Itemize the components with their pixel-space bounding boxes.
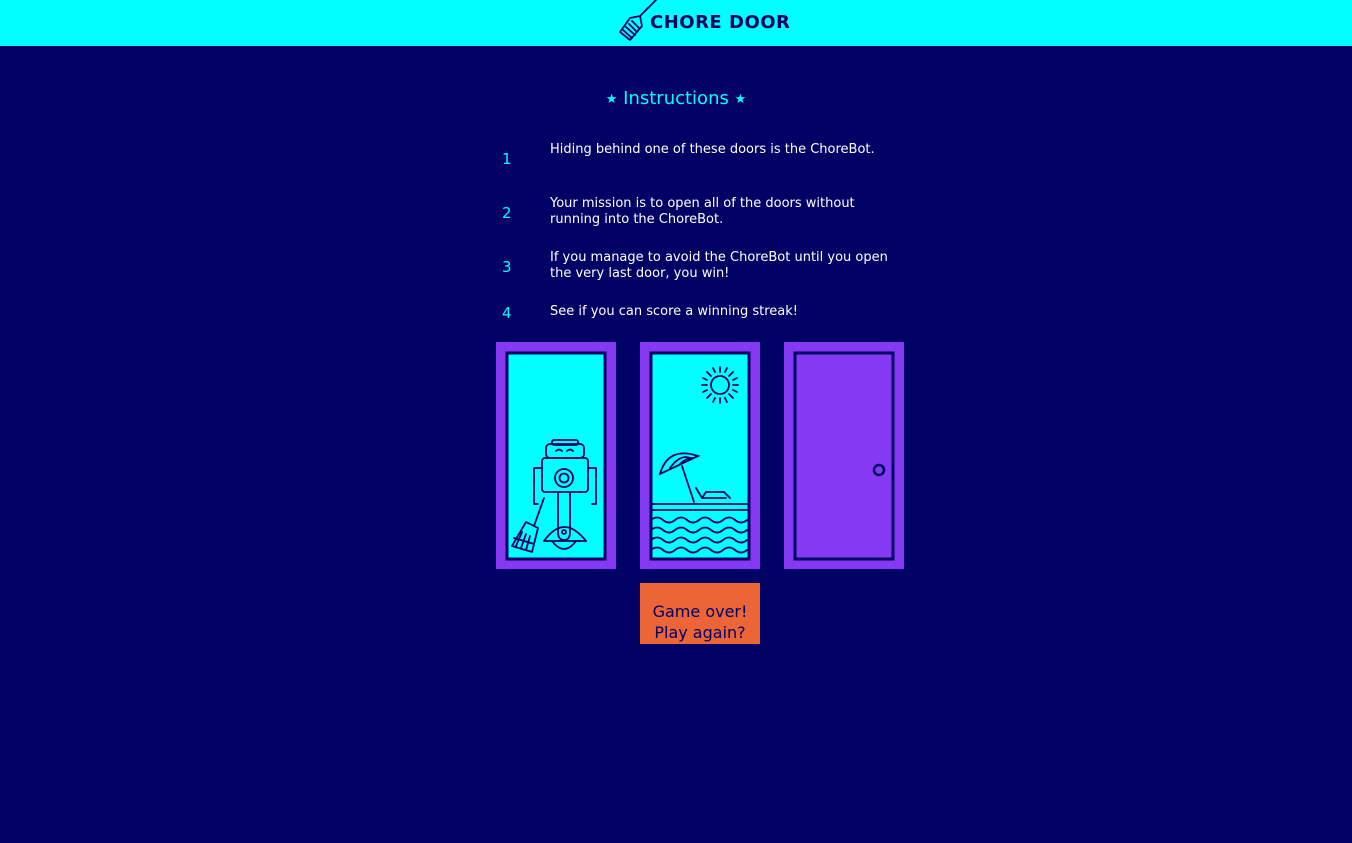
door-2[interactable] bbox=[640, 342, 760, 569]
instruction-number: 2 bbox=[502, 204, 512, 222]
star-icon: ★ bbox=[605, 92, 618, 107]
instructions-title: Instructions bbox=[623, 88, 729, 109]
instruction-number: 1 bbox=[502, 150, 512, 168]
play-button-line2: Play again? bbox=[654, 623, 746, 642]
instruction-number: 3 bbox=[502, 258, 512, 276]
instruction-text: Hiding behind one of these doors is the … bbox=[550, 142, 875, 157]
star-icon: ★ bbox=[734, 92, 747, 107]
instruction-text: If you manage to avoid the ChoreBot unti… bbox=[550, 250, 888, 281]
play-button-line1: Game over! bbox=[652, 602, 748, 621]
robot-icon bbox=[505, 351, 607, 561]
instruction-text: Your mission is to open all of the doors… bbox=[550, 196, 855, 227]
instruction-text: See if you can score a winning streak! bbox=[550, 304, 798, 319]
instruction-number: 4 bbox=[502, 304, 512, 322]
play-again-button[interactable]: Game over! Play again? bbox=[640, 583, 760, 644]
instructions-heading: ★ Instructions ★ bbox=[0, 88, 1352, 109]
header-bar: CHORE DOOR bbox=[0, 0, 1352, 46]
app-title: CHORE DOOR bbox=[650, 12, 791, 33]
door-1[interactable] bbox=[496, 342, 616, 569]
beach-icon bbox=[649, 351, 751, 561]
door-3[interactable] bbox=[784, 342, 904, 569]
closed-door-icon bbox=[793, 351, 895, 561]
